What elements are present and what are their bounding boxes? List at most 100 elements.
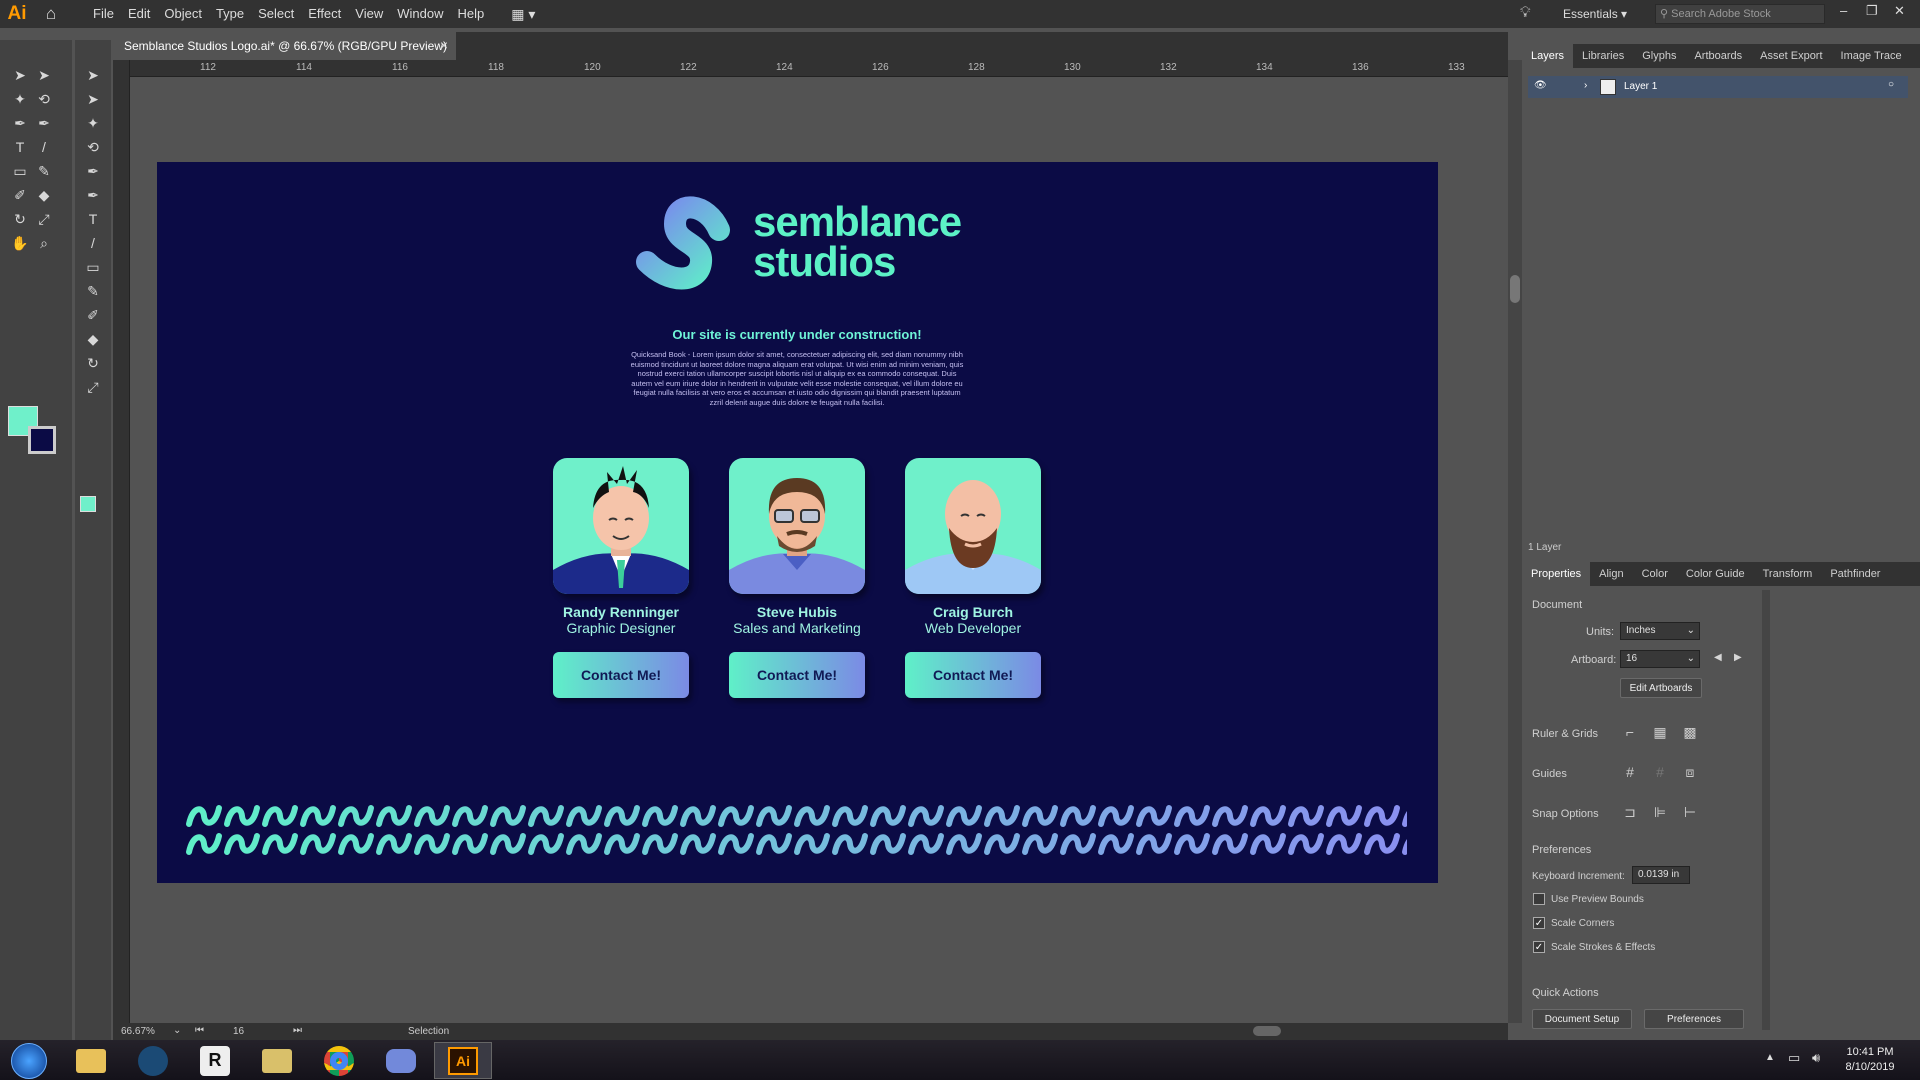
menu-view[interactable]: View [348,0,390,28]
vertical-scrollbar[interactable] [1508,60,1522,1023]
tab-transform[interactable]: Transform [1754,562,1822,586]
rulers-icon[interactable]: ⌐ [1620,723,1640,741]
contact-button-randy[interactable]: Contact Me! [553,652,689,698]
type-tool-icon[interactable]: T [10,137,30,157]
rotate-tool-icon[interactable]: ↻ [10,209,30,229]
team-card-craig[interactable] [905,458,1041,594]
taskbar-illustrator-icon[interactable]: Ai [434,1042,492,1079]
previous-artboard-icon[interactable]: ◀ [1714,652,1722,663]
team-card-steve[interactable] [729,458,865,594]
eraser-tool-icon[interactable]: ◆ [34,185,54,205]
tab-layers[interactable]: Layers [1522,44,1574,68]
secondary-tool-icon[interactable]: ↻ [83,353,103,373]
use-preview-bounds-checkbox[interactable] [1533,893,1545,905]
artboard[interactable]: semblance studios Our site is currently … [157,162,1438,883]
contact-button-steve[interactable]: Contact Me! [729,652,865,698]
vertical-ruler[interactable] [113,60,130,1023]
menu-type[interactable]: Type [209,0,251,28]
tab-artboards[interactable]: Artboards [1685,44,1751,68]
expand-arrow-icon[interactable]: › [1584,80,1587,91]
secondary-tool-icon[interactable]: ✦ [83,113,103,133]
lightbulb-icon[interactable]: 💡︎ [1520,4,1531,21]
secondary-tool-icon[interactable]: ⤢ [83,377,103,397]
lock-guides-icon[interactable]: # [1650,763,1670,781]
layer-row[interactable]: 👁︎ › Layer 1 ○ [1528,76,1908,98]
guides-icon[interactable]: # [1620,763,1640,781]
tab-libraries[interactable]: Libraries [1573,44,1633,68]
taskbar-clock[interactable]: 10:41 PM 8/10/2019 [1838,1045,1902,1075]
tab-image-trace[interactable]: Image Trace [1832,44,1911,68]
rectangle-tool-icon[interactable]: ▭ [10,161,30,181]
menu-select[interactable]: Select [251,0,301,28]
scale-corners-checkbox[interactable]: ✓ [1533,917,1545,929]
minimize-button[interactable]: – [1840,3,1847,18]
workspace-switcher[interactable]: Essentials ▾ [1563,7,1627,21]
restore-button[interactable]: ❐ [1866,3,1878,19]
menu-help[interactable]: Help [450,0,491,28]
secondary-tool-icon[interactable]: ✐ [83,305,103,325]
direct-selection-tool-icon[interactable]: ➤ [34,65,54,85]
taskbar-app-icon[interactable]: R [186,1042,244,1079]
search-stock-input[interactable]: ⚲ Search Adobe Stock [1655,4,1825,24]
transparency-grid-icon[interactable]: ▩ [1680,723,1700,741]
secondary-tool-icon[interactable]: / [83,233,103,253]
taskbar-steam-icon[interactable] [124,1042,182,1079]
network-icon[interactable]: ▭ [1788,1050,1800,1066]
stroke-swatch[interactable] [28,426,56,454]
secondary-tool-icon[interactable]: ⟲ [83,137,103,157]
zoom-tool-icon[interactable]: ⌕ [34,233,54,253]
scale-tool-icon[interactable]: ⤢ [34,209,54,229]
zoom-dropdown-icon[interactable]: ⌄ [173,1025,181,1036]
lasso-tool-icon[interactable]: ⟲ [34,89,54,109]
team-card-randy[interactable] [553,458,689,594]
artboard-select[interactable]: 16 ⌄ [1620,650,1700,668]
secondary-tool-icon[interactable]: ✒ [83,185,103,205]
menu-file[interactable]: File [86,0,121,28]
paintbrush-tool-icon[interactable]: ✎ [34,161,54,181]
grid-icon[interactable]: ▦ [1650,723,1670,741]
tab-glyphs[interactable]: Glyphs [1633,44,1685,68]
taskbar-folder-icon[interactable] [248,1042,306,1079]
horizontal-scroll-thumb[interactable] [1253,1026,1281,1036]
tab-pathfinder[interactable]: Pathfinder [1821,562,1889,586]
next-artboard-icon[interactable]: ▶ [1734,652,1742,663]
horizontal-ruler[interactable]: 112 114 116 118 120 122 124 126 128 130 132 134 136 1… [130,60,1508,77]
magic-wand-tool-icon[interactable]: ✦ [10,89,30,109]
menu-effect[interactable]: Effect [301,0,348,28]
secondary-tool-icon[interactable]: ◆ [83,329,103,349]
close-tab-icon[interactable]: × [440,37,448,53]
snap-to-pixel-icon[interactable]: ⊢ [1680,803,1700,821]
line-tool-icon[interactable]: / [34,137,54,157]
taskbar-chrome-icon[interactable] [310,1042,368,1079]
document-tab[interactable]: Semblance Studios Logo.ai* @ 66.67% (RGB… [118,32,456,60]
pen-tool-icon[interactable]: ✒ [10,113,30,133]
close-window-button[interactable]: ✕ [1894,3,1905,19]
fill-swatch-small[interactable] [80,496,96,512]
curvature-tool-icon[interactable]: ✒ [34,113,54,133]
arrange-documents-icon[interactable]: ▦ ▾ [511,6,535,23]
secondary-tool-icon[interactable]: T [83,209,103,229]
taskbar-discord-icon[interactable] [372,1042,430,1079]
snap-to-grid-icon[interactable]: ⊫ [1650,803,1670,821]
units-select[interactable]: Inches ⌄ [1620,622,1700,640]
secondary-tool-icon[interactable]: ✒ [83,161,103,181]
last-artboard-icon[interactable]: ⏭︎ [293,1025,302,1036]
contact-button-craig[interactable]: Contact Me! [905,652,1041,698]
smart-guides-icon[interactable]: ⧈ [1680,763,1700,781]
first-artboard-icon[interactable]: ⏮︎ [195,1025,204,1036]
vertical-scroll-thumb[interactable] [1510,275,1520,303]
secondary-tool-icon[interactable]: ✎ [83,281,103,301]
scale-strokes-checkbox[interactable]: ✓ [1533,941,1545,953]
snap-to-point-icon[interactable]: ⊐ [1620,803,1640,821]
tab-color-guide[interactable]: Color Guide [1677,562,1754,586]
properties-scrollbar[interactable] [1762,590,1770,1030]
preferences-button[interactable]: Preferences [1644,1009,1744,1029]
tab-align[interactable]: Align [1590,562,1632,586]
secondary-tool-icon[interactable]: ▭ [83,257,103,277]
secondary-tool-icon[interactable]: ➤ [83,65,103,85]
start-button[interactable] [0,1042,58,1079]
tab-color[interactable]: Color [1633,562,1677,586]
tab-asset-export[interactable]: Asset Export [1751,44,1831,68]
eye-icon[interactable]: 👁︎ [1534,80,1547,91]
status-mode[interactable]: Selection [408,1026,449,1037]
